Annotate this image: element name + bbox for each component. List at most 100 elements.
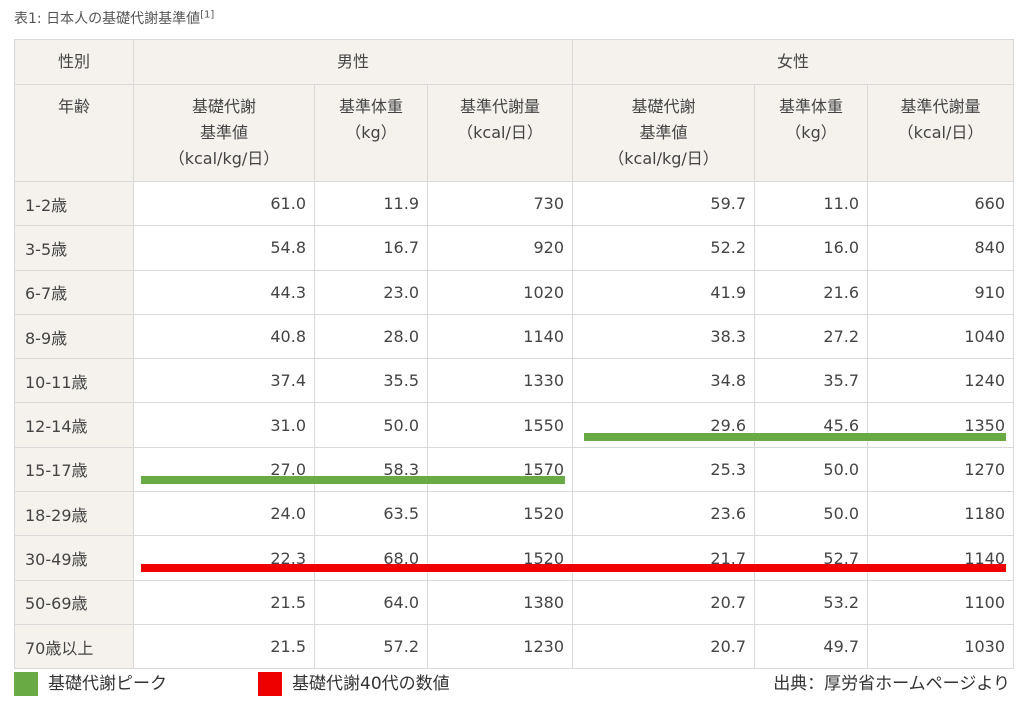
value-cell: 52.2	[572, 225, 756, 271]
value-cell: 38.3	[572, 313, 756, 360]
table-row: 18-29歳 24.0 63.5 1520 23.6 50.0 1180	[14, 491, 1015, 537]
value-cell: 910	[867, 269, 1015, 315]
table-row: 50-69歳 21.5 64.0 1380 20.7 53.2 1100	[14, 579, 1015, 625]
male-peak-highlight-bar	[141, 476, 565, 484]
reference-link[interactable]: [1]	[200, 9, 214, 20]
value-cell: 59.7	[572, 180, 756, 227]
value-cell: 25.3	[572, 446, 756, 493]
value-cell: 1380	[426, 579, 574, 625]
value-cell: 53.2	[754, 579, 869, 625]
bmr-table: 性別 男性 女性 年齢 基礎代謝 基準値 （kcal/kg/日） 基準体重 （kg） …	[14, 39, 1015, 670]
legend-peak-swatch	[14, 672, 38, 696]
table-row: 8-9歳 40.8 28.0 1140 38.3 27.2 1040	[14, 313, 1015, 360]
value-cell: 1020	[426, 269, 574, 315]
value-cell: 23.6	[572, 491, 756, 537]
value-cell: 52.7	[754, 535, 869, 581]
value-cell: 16.0	[754, 225, 869, 271]
value-cell: 920	[426, 225, 574, 271]
legend-peak-label: 基礎代謝ピーク	[48, 674, 167, 694]
age-cell: 18-29歳	[14, 491, 134, 537]
value-cell: 21.6	[754, 269, 869, 315]
value-cell: 20.7	[572, 623, 756, 670]
caption-text: 表1: 日本人の基礎代謝基準値	[14, 11, 201, 27]
table-row: 10-11歳 37.4 35.5 1330 34.8 35.7 1240	[14, 358, 1015, 404]
female-weight-header: 基準体重 （kg）	[754, 84, 869, 182]
value-cell: 64.0	[314, 579, 428, 625]
age-cell: 15-17歳	[14, 446, 134, 493]
value-cell: 27.2	[754, 313, 869, 360]
value-cell: 57.2	[314, 623, 428, 670]
female-bmr-header: 基準代謝量 （kcal/日）	[867, 84, 1015, 182]
female-header: 女性	[572, 39, 1015, 85]
value-cell: 40.8	[133, 313, 315, 360]
value-cell: 35.7	[754, 358, 869, 404]
value-cell: 1040	[867, 313, 1015, 360]
value-cell: 41.9	[572, 269, 756, 315]
male-bmr-header: 基準代謝量 （kcal/日）	[426, 84, 574, 182]
age-cell: 1-2歳	[14, 180, 134, 227]
value-cell: 37.4	[133, 358, 315, 404]
value-cell: 63.5	[314, 491, 428, 537]
value-cell: 21.5	[133, 579, 315, 625]
value-cell: 730	[426, 180, 574, 227]
legend-forties-swatch	[258, 672, 282, 696]
table-row: 3-5歳 54.8 16.7 920 52.2 16.0 840	[14, 225, 1015, 271]
female-peak-highlight-bar	[584, 433, 1006, 441]
value-cell: 61.0	[133, 180, 315, 227]
value-cell: 1570	[426, 446, 574, 493]
male-header: 男性	[132, 39, 574, 85]
value-cell: 22.3	[133, 535, 315, 581]
value-cell: 54.8	[133, 225, 315, 271]
age-header: 年齢	[14, 84, 134, 182]
male-weight-header: 基準体重 （kg）	[314, 84, 428, 182]
value-cell: 68.0	[314, 535, 428, 581]
value-cell: 11.9	[314, 180, 428, 227]
value-cell: 660	[867, 180, 1015, 227]
value-cell: 50.0	[754, 446, 869, 493]
value-cell: 20.7	[572, 579, 756, 625]
header-row-sex: 性別 男性 女性	[14, 39, 1015, 85]
value-cell: 11.0	[754, 180, 869, 227]
value-cell: 24.0	[133, 491, 315, 537]
male-bmr-standard-header: 基礎代謝 基準値 （kcal/kg/日）	[133, 84, 315, 182]
age-cell: 70歳以上	[14, 623, 134, 670]
value-cell: 1140	[867, 535, 1015, 581]
age-cell: 8-9歳	[14, 313, 134, 360]
value-cell: 1240	[867, 358, 1015, 404]
value-cell: 1330	[426, 358, 574, 404]
value-cell: 21.5	[133, 623, 315, 670]
value-cell: 1520	[426, 535, 574, 581]
age-cell: 30-49歳	[14, 535, 134, 581]
header-row-columns: 年齢 基礎代謝 基準値 （kcal/kg/日） 基準体重 （kg） 基準代謝量 （kca…	[14, 84, 1015, 182]
value-cell: 35.5	[314, 358, 428, 404]
value-cell: 1230	[426, 623, 574, 670]
value-cell: 1180	[867, 491, 1015, 537]
table-row: 30-49歳 22.3 68.0 1520 21.7 52.7 1140	[14, 535, 1015, 581]
value-cell: 1140	[426, 313, 574, 360]
female-bmr-standard-header: 基礎代謝 基準値 （kcal/kg/日）	[572, 84, 756, 182]
value-cell: 28.0	[314, 313, 428, 360]
value-cell: 44.3	[133, 269, 315, 315]
table-row: 1-2歳 61.0 11.9 730 59.7 11.0 660	[14, 180, 1015, 227]
age-cell: 6-7歳	[14, 269, 134, 315]
value-cell: 1100	[867, 579, 1015, 625]
age-cell: 10-11歳	[14, 358, 134, 404]
value-cell: 1030	[867, 623, 1015, 670]
table-caption: 表1: 日本人の基礎代謝基準値[1]	[14, 6, 214, 32]
value-cell: 27.0	[133, 446, 315, 493]
table-row: 70歳以上 21.5 57.2 1230 20.7 49.7 1030	[14, 623, 1015, 670]
forties-highlight-bar	[141, 564, 1006, 572]
age-cell: 50-69歳	[14, 579, 134, 625]
value-cell: 49.7	[754, 623, 869, 670]
table-row: 6-7歳 44.3 23.0 1020 41.9 21.6 910	[14, 269, 1015, 315]
value-cell: 21.7	[572, 535, 756, 581]
age-cell: 12-14歳	[14, 402, 134, 448]
value-cell: 16.7	[314, 225, 428, 271]
value-cell: 1270	[867, 446, 1015, 493]
value-cell: 31.0	[133, 402, 315, 448]
value-cell: 840	[867, 225, 1015, 271]
legend-forties-label: 基礎代謝40代の数値	[292, 674, 450, 694]
source-note: 出典：厚労省ホームページより	[773, 674, 1010, 694]
value-cell: 23.0	[314, 269, 428, 315]
value-cell: 34.8	[572, 358, 756, 404]
